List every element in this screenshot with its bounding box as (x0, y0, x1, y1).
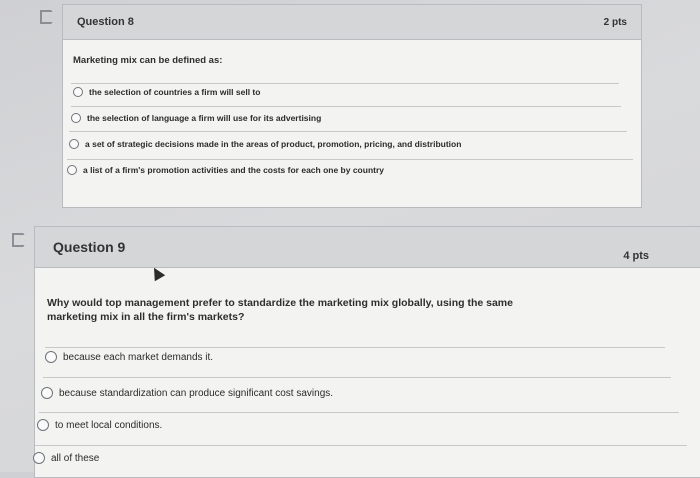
question-9-option-4[interactable]: all of these (33, 452, 99, 464)
divider (39, 412, 679, 413)
question-9-card: Question 9 4 pts Why would top managemen… (33, 226, 700, 478)
question-9-option-1[interactable]: because each market demands it. (45, 351, 213, 363)
flag-question-8-icon[interactable] (40, 10, 56, 24)
option-label: to meet local conditions. (55, 419, 163, 431)
radio-button[interactable] (37, 419, 49, 431)
question-9-option-3[interactable]: to meet local conditions. (37, 419, 162, 431)
divider (45, 347, 665, 348)
radio-button[interactable] (73, 87, 83, 97)
divider (71, 83, 619, 84)
option-label: the selection of language a firm will us… (87, 113, 322, 123)
option-label: all of these (51, 452, 100, 464)
question-9-prompt-line-2: marketing mix in all the firm's markets? (47, 311, 245, 323)
question-8-prompt: Marketing mix can be defined as: (73, 55, 223, 66)
radio-button[interactable] (33, 452, 45, 464)
divider (67, 159, 633, 160)
radio-button[interactable] (45, 351, 57, 363)
option-label: because each market demands it. (63, 351, 214, 363)
divider (71, 106, 621, 107)
question-9-prompt-line-1: Why would top management prefer to stand… (47, 297, 513, 309)
divider (43, 377, 671, 378)
question-8-option-4[interactable]: a list of a firm's promotion activities … (67, 165, 384, 175)
divider (69, 131, 627, 132)
option-label: the selection of countries a firm will s… (89, 87, 261, 97)
radio-button[interactable] (71, 113, 81, 123)
radio-button[interactable] (67, 165, 77, 175)
question-8-card: Question 8 2 pts Marketing mix can be de… (62, 4, 642, 208)
question-9-header: Question 9 4 pts (35, 227, 700, 268)
question-8-option-2[interactable]: the selection of language a firm will us… (71, 113, 321, 123)
divider (35, 445, 687, 446)
question-8-option-1[interactable]: the selection of countries a firm will s… (73, 87, 260, 97)
radio-button[interactable] (41, 387, 53, 399)
radio-button[interactable] (69, 139, 79, 149)
option-label: a list of a firm's promotion activities … (83, 165, 384, 175)
question-9-title: Question 9 (53, 239, 126, 255)
question-9-option-2[interactable]: because standardization can produce sign… (41, 387, 333, 399)
option-label: because standardization can produce sign… (59, 387, 334, 399)
question-9-points: 4 pts (623, 250, 649, 262)
flag-question-9-icon[interactable] (12, 233, 28, 247)
question-8-points: 2 pts (603, 16, 627, 28)
question-8-header: Question 8 2 pts (63, 5, 641, 40)
option-label: a set of strategic decisions made in the… (85, 139, 462, 149)
question-8-option-3[interactable]: a set of strategic decisions made in the… (69, 139, 461, 149)
question-8-title: Question 8 (77, 16, 134, 28)
